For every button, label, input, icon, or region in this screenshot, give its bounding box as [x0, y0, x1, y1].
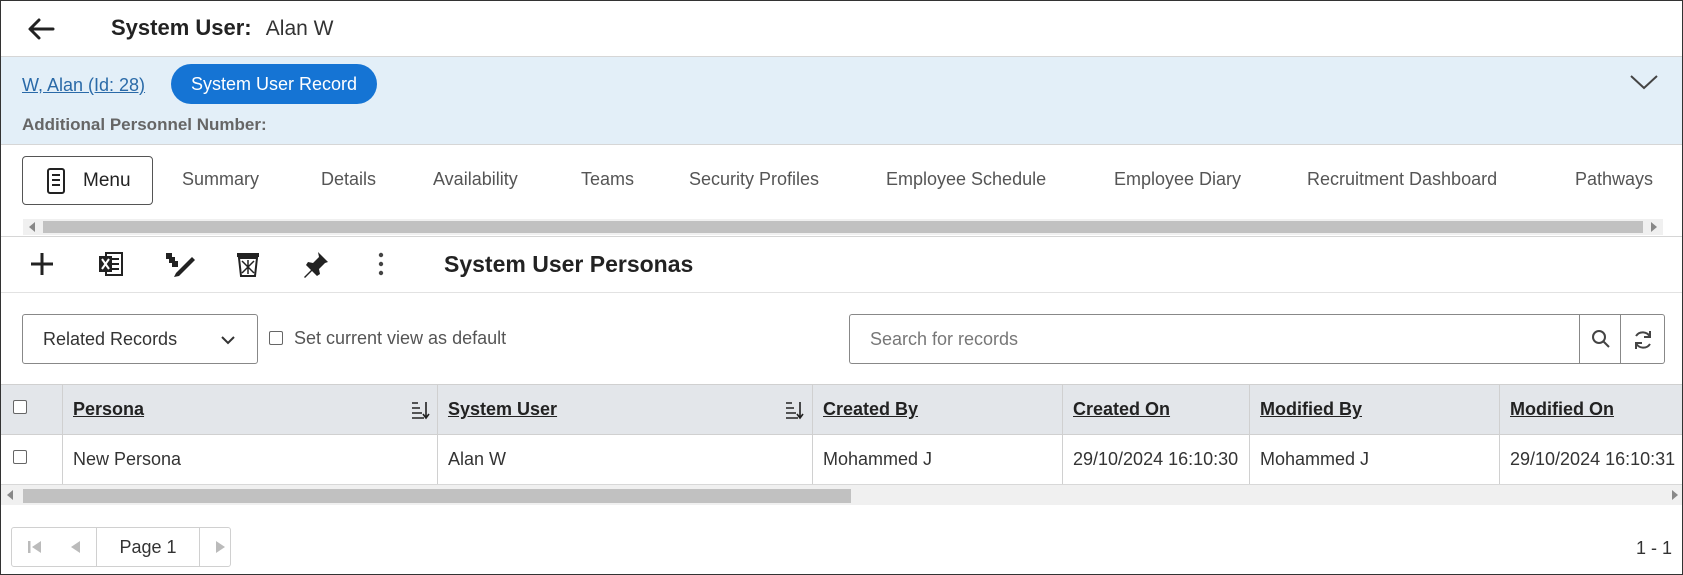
table-cell: Alan W: [437, 435, 812, 484]
tab-recruitment-dashboard[interactable]: Recruitment Dashboard: [1307, 169, 1497, 190]
search-input[interactable]: [849, 314, 1579, 364]
more-options-icon[interactable]: [371, 249, 401, 279]
column-header-persona[interactable]: Persona: [62, 385, 437, 434]
sort-descending-icon[interactable]: [784, 400, 804, 420]
menu-button-label: Menu: [83, 170, 131, 191]
search-icon: [1592, 330, 1610, 348]
column-header-created-by[interactable]: Created By: [812, 385, 1062, 434]
column-header-label[interactable]: System User: [448, 399, 557, 420]
column-header-label[interactable]: Modified On: [1510, 399, 1614, 420]
refresh-icon: [1635, 331, 1651, 349]
row-select-cell: [1, 435, 62, 484]
cell-modified-by: Mohammed J: [1260, 449, 1370, 469]
record-summary-band: W, Alan (Id: 28) System User Record Addi…: [1, 57, 1682, 145]
bulk-edit-icon[interactable]: [164, 249, 195, 279]
view-selector[interactable]: Related Records: [22, 314, 258, 364]
scroll-right-arrow-icon[interactable]: [1651, 222, 1657, 232]
menu-list-icon: [47, 168, 65, 194]
page-title: System User: Alan W: [111, 15, 333, 41]
page-title-label: System User:: [111, 15, 252, 40]
excel-export-icon[interactable]: [96, 249, 126, 279]
add-icon[interactable]: [27, 249, 57, 279]
tab-employee-diary[interactable]: Employee Diary: [1114, 169, 1241, 190]
set-default-view-label: Set current view as default: [294, 328, 507, 348]
column-header-modified-by[interactable]: Modified By: [1249, 385, 1499, 434]
set-default-view-checkbox[interactable]: [269, 331, 283, 345]
tab-bar: Menu Summary Details Availability Teams …: [1, 145, 1682, 237]
chevron-down-icon: [221, 336, 235, 345]
column-header-label[interactable]: Persona: [73, 399, 144, 420]
view-selector-value: Related Records: [43, 329, 178, 349]
tab-security-profiles[interactable]: Security Profiles: [689, 169, 819, 190]
header-select-cell: [1, 385, 62, 434]
app-window: System User: Alan W W, Alan (Id: 28) Sys…: [0, 0, 1683, 575]
table-row[interactable]: New Persona Alan W Mohammed J 29/10/2024…: [1, 435, 1682, 485]
scroll-right-arrow-icon[interactable]: [1672, 490, 1678, 500]
column-header-system-user[interactable]: System User: [437, 385, 812, 434]
section-title: System User Personas: [444, 251, 694, 277]
previous-page-icon[interactable]: [58, 528, 90, 566]
page-number: Page 1: [96, 528, 200, 566]
back-arrow-icon[interactable]: [25, 13, 57, 45]
tab-summary[interactable]: Summary: [182, 169, 259, 190]
column-header-created-on[interactable]: Created On: [1062, 385, 1249, 434]
table-cell: 29/10/2024 16:10:31: [1499, 435, 1682, 484]
tab-scrollbar[interactable]: [23, 219, 1663, 235]
grid-toolbar: System User Personas: [1, 237, 1682, 293]
scroll-left-arrow-icon[interactable]: [29, 222, 35, 232]
grid-header-row: Persona System User Created By Created O…: [1, 384, 1682, 435]
search-button[interactable]: [1579, 314, 1621, 364]
tab-pathways[interactable]: Pathways: [1575, 169, 1653, 190]
refresh-button[interactable]: [1621, 314, 1665, 364]
menu-button[interactable]: Menu: [22, 156, 153, 205]
row-checkbox[interactable]: [13, 450, 27, 464]
tab-details[interactable]: Details: [321, 169, 376, 190]
cell-created-by: Mohammed J: [823, 449, 933, 469]
column-header-modified-on[interactable]: Modified On: [1499, 385, 1682, 434]
grid-scrollbar[interactable]: [1, 485, 1682, 505]
page-header: System User: Alan W: [1, 1, 1682, 57]
column-header-label[interactable]: Modified By: [1260, 399, 1362, 420]
table-cell: New Persona: [62, 435, 437, 484]
pin-icon[interactable]: [301, 249, 331, 279]
pagination: Page 1: [11, 527, 231, 567]
tab-employee-schedule[interactable]: Employee Schedule: [886, 169, 1046, 190]
delete-icon[interactable]: [233, 249, 263, 279]
column-header-label[interactable]: Created On: [1073, 399, 1170, 420]
cell-created-on: 29/10/2024 16:10:30: [1073, 449, 1239, 469]
cell-system-user: Alan W: [448, 449, 507, 469]
record-link[interactable]: W, Alan (Id: 28): [22, 75, 145, 96]
table-cell: 29/10/2024 16:10:30: [1062, 435, 1249, 484]
tab-scrollbar-thumb[interactable]: [43, 221, 1643, 233]
cell-persona: New Persona: [73, 449, 182, 469]
first-page-icon[interactable]: [18, 528, 50, 566]
system-user-record-button[interactable]: System User Record: [171, 64, 378, 104]
tab-availability[interactable]: Availability: [433, 169, 518, 190]
column-header-label[interactable]: Created By: [823, 399, 918, 420]
chevron-down-icon[interactable]: [1628, 71, 1660, 93]
table-cell: Mohammed J: [1249, 435, 1499, 484]
page-title-value: Alan W: [265, 17, 334, 40]
sort-descending-icon[interactable]: [410, 400, 430, 420]
cell-modified-on: 29/10/2024 16:10:31: [1510, 449, 1676, 469]
record-count: 1 - 1: [1635, 538, 1672, 558]
select-all-checkbox[interactable]: [13, 400, 27, 414]
table-cell: Mohammed J: [812, 435, 1062, 484]
next-page-icon[interactable]: [204, 528, 236, 566]
grid-scrollbar-thumb[interactable]: [23, 489, 851, 503]
tab-teams[interactable]: Teams: [581, 169, 634, 190]
additional-personnel-number-label: Additional Personnel Number:: [22, 115, 267, 134]
scroll-left-arrow-icon[interactable]: [7, 490, 13, 500]
